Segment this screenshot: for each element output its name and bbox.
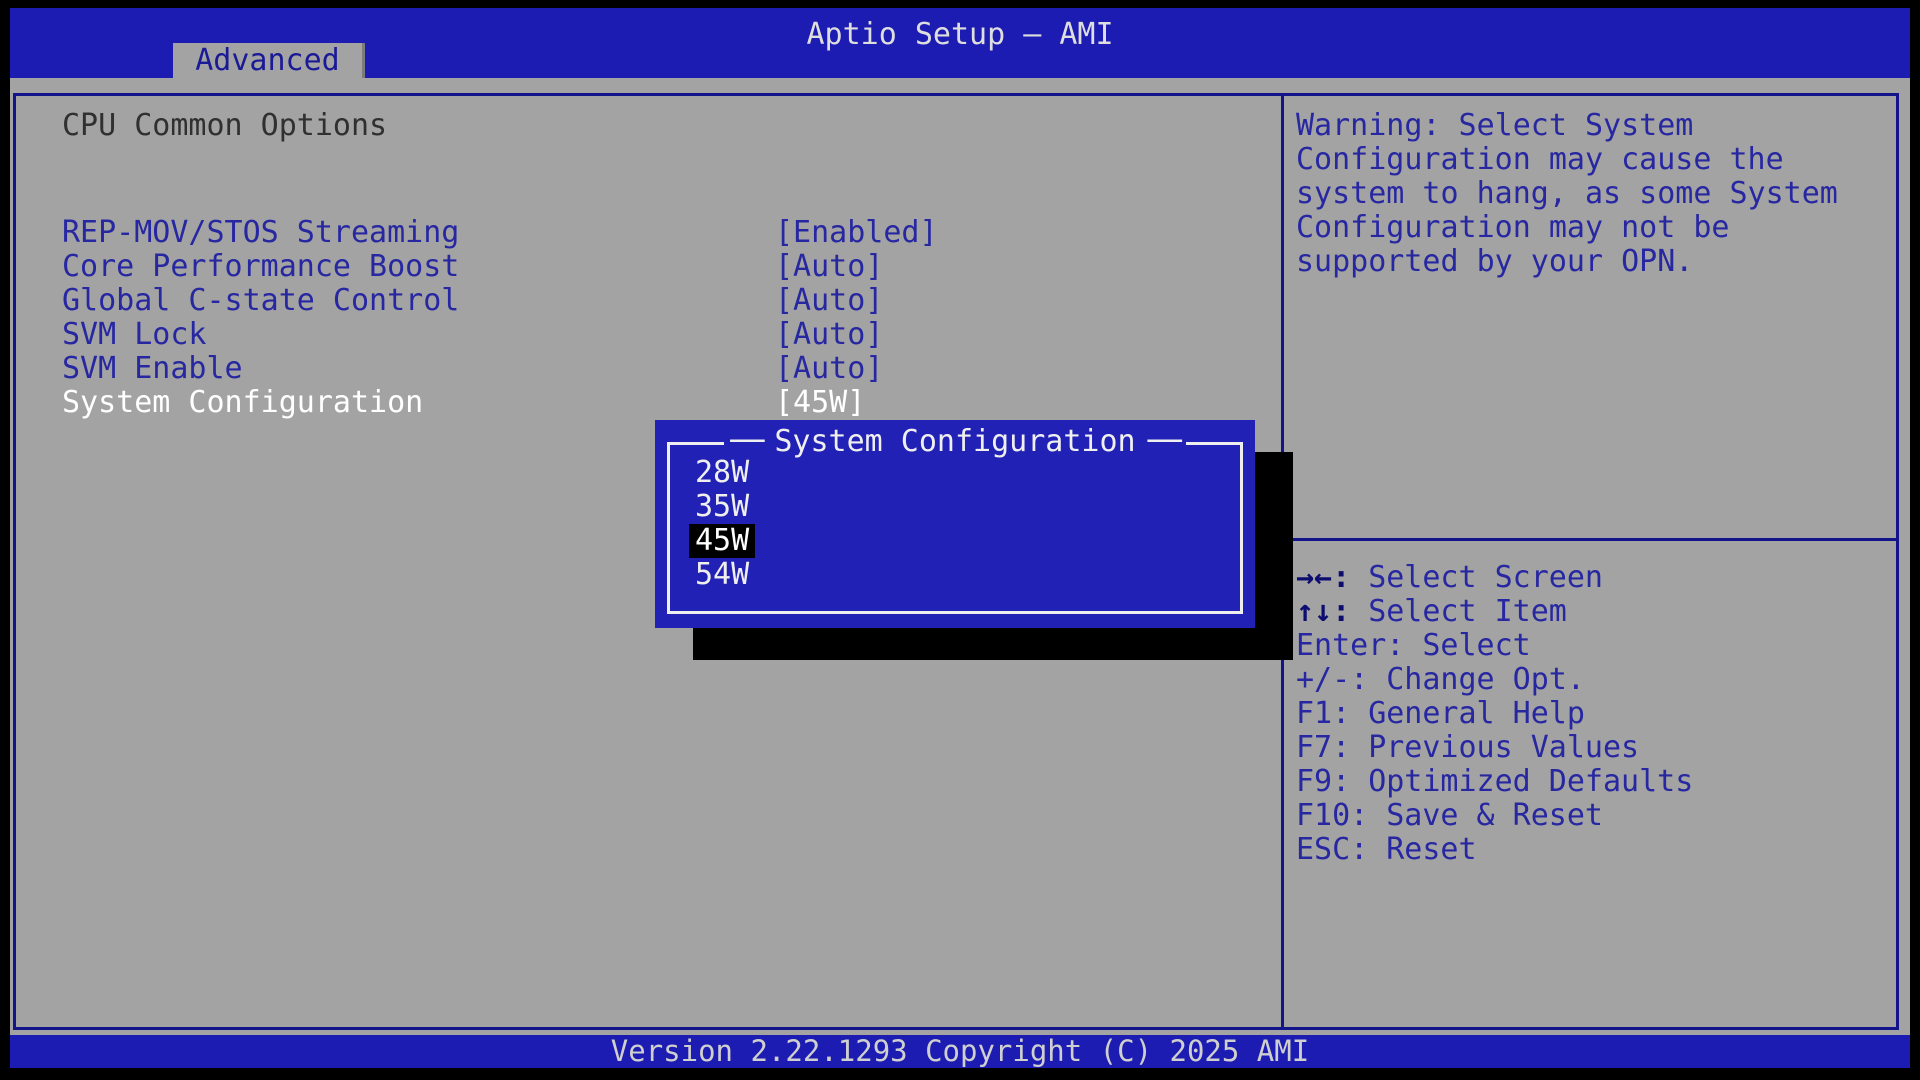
option-row[interactable]: SVM Lock [Auto] bbox=[62, 318, 1242, 352]
help-key: ↑↓: bbox=[1296, 594, 1351, 629]
warning-line: supported by your OPN. bbox=[1296, 244, 1694, 279]
help-key-description: Save & Reset bbox=[1386, 798, 1603, 833]
help-warning-text: Warning: Select System Configuration may… bbox=[1296, 109, 1896, 279]
option-label: REP-MOV/STOS Streaming bbox=[62, 215, 460, 250]
help-key: F1: bbox=[1296, 696, 1351, 731]
options-list: REP-MOV/STOS Streaming [Enabled] Core Pe… bbox=[62, 216, 1242, 420]
option-row[interactable]: REP-MOV/STOS Streaming [Enabled] bbox=[62, 216, 1242, 250]
help-key: +/-: bbox=[1296, 662, 1369, 697]
title-dash-left: ── bbox=[724, 424, 769, 459]
popup-option[interactable]: 28W bbox=[695, 456, 755, 490]
help-key-row: Enter: Select bbox=[1296, 629, 1896, 663]
help-key-row: →←: Select Screen bbox=[1296, 561, 1896, 595]
help-key-description: Select bbox=[1422, 628, 1531, 663]
help-key-row: ↑↓: Select Item bbox=[1296, 595, 1896, 629]
help-key-row: +/-: Change Opt. bbox=[1296, 663, 1896, 697]
help-key-description: General Help bbox=[1368, 696, 1585, 731]
option-value: [Auto] bbox=[775, 317, 884, 352]
help-key-row: ESC: Reset bbox=[1296, 833, 1896, 867]
title-dash-right: ── bbox=[1141, 424, 1186, 459]
option-label: Global C-state Control bbox=[62, 283, 460, 318]
warning-line: system to hang, as some System bbox=[1296, 176, 1838, 211]
help-key: ESC: bbox=[1296, 832, 1369, 867]
help-key: F10: bbox=[1296, 798, 1369, 833]
popup-option[interactable]: 45W bbox=[689, 524, 756, 558]
option-label: SVM Lock bbox=[62, 317, 207, 352]
help-key-description: Select Item bbox=[1368, 594, 1567, 629]
option-value: [Auto] bbox=[775, 283, 884, 318]
help-key-row: F7: Previous Values bbox=[1296, 731, 1896, 765]
section-title: CPU Common Options bbox=[62, 108, 388, 143]
help-key-description: Select Screen bbox=[1368, 560, 1603, 595]
help-panel-divider bbox=[1281, 538, 1899, 541]
option-label: SVM Enable bbox=[62, 351, 243, 386]
bios-screen: Aptio Setup – AMI Advanced CPU Common Op… bbox=[0, 0, 1920, 1080]
footer-bar: Version 2.22.1293 Copyright (C) 2025 AMI bbox=[10, 1035, 1910, 1068]
help-key: F7: bbox=[1296, 730, 1351, 765]
option-row[interactable]: Global C-state Control [Auto] bbox=[62, 284, 1242, 318]
footer-version: Version 2.22.1293 Copyright (C) 2025 AMI bbox=[610, 1034, 1310, 1068]
option-value: [Auto] bbox=[775, 249, 884, 284]
option-label: Core Performance Boost bbox=[62, 249, 460, 284]
popup-option[interactable]: 35W bbox=[695, 490, 755, 524]
help-key: F9: bbox=[1296, 764, 1351, 799]
help-key-row: F10: Save & Reset bbox=[1296, 799, 1896, 833]
warning-line: Warning: Select System bbox=[1296, 108, 1694, 143]
option-row[interactable]: Core Performance Boost [Auto] bbox=[62, 250, 1242, 284]
system-configuration-popup: ── System Configuration ── 28W 35W 45W 54W bbox=[655, 420, 1255, 628]
help-key-description: Reset bbox=[1386, 832, 1477, 867]
option-value: [45W] bbox=[775, 385, 866, 420]
help-key-description: Previous Values bbox=[1368, 730, 1640, 765]
option-value: [Enabled] bbox=[775, 215, 938, 250]
help-key-description: Optimized Defaults bbox=[1368, 764, 1694, 799]
help-key-row: F9: Optimized Defaults bbox=[1296, 765, 1896, 799]
option-row[interactable]: System Configuration [45W] bbox=[62, 386, 1242, 420]
help-key: →←: bbox=[1296, 560, 1351, 595]
popup-options-list: 28W 35W 45W 54W bbox=[689, 456, 756, 592]
help-key-row: F1: General Help bbox=[1296, 697, 1896, 731]
option-label: System Configuration bbox=[62, 385, 424, 420]
help-key: Enter: bbox=[1296, 628, 1405, 663]
popup-title: ── System Configuration ── bbox=[655, 424, 1255, 459]
popup-option[interactable]: 54W bbox=[695, 558, 755, 592]
tab-advanced[interactable]: Advanced bbox=[173, 43, 365, 78]
warning-line: Configuration may cause the bbox=[1296, 142, 1784, 177]
help-keys-legend: →←: Select Screen ↑↓: Select Item Enter: Se… bbox=[1296, 561, 1896, 867]
help-key-description: Change Opt. bbox=[1386, 662, 1585, 697]
warning-line: Configuration may not be bbox=[1296, 210, 1730, 245]
option-row[interactable]: SVM Enable [Auto] bbox=[62, 352, 1242, 386]
option-value: [Auto] bbox=[775, 351, 884, 386]
